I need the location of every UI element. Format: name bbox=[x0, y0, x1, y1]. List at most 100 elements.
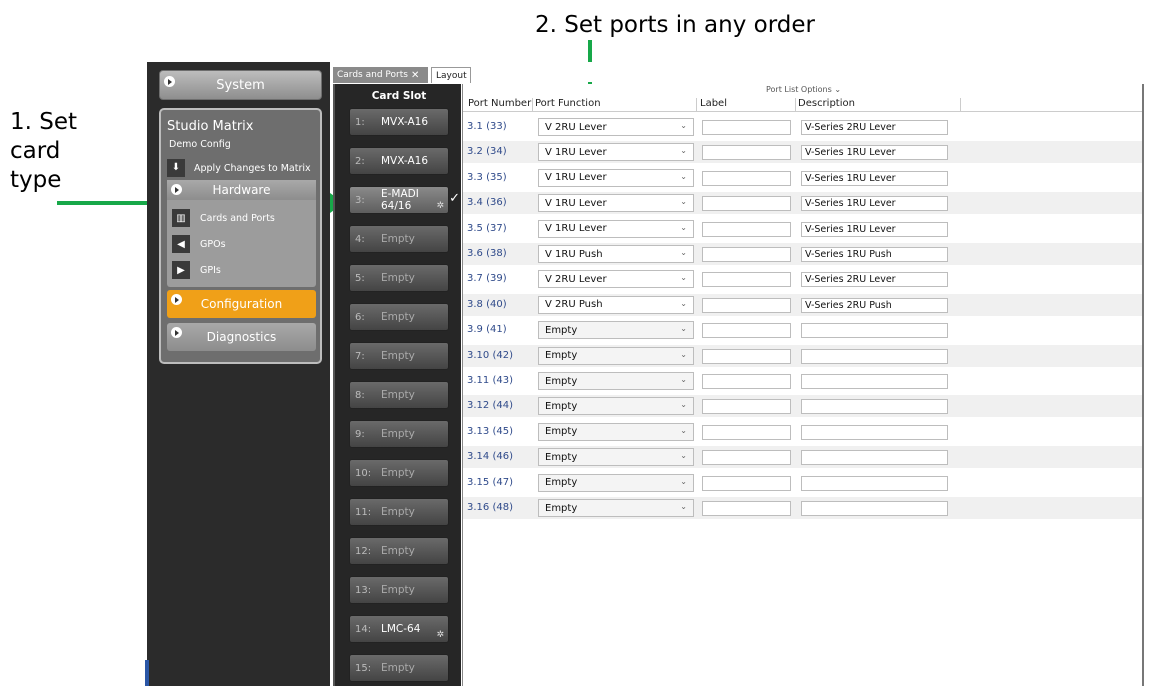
port-function-select[interactable]: Empty ⌄ bbox=[538, 448, 694, 467]
port-function-select[interactable]: V 1RU Lever ⌄ bbox=[538, 219, 694, 238]
tab-layout[interactable]: Layout bbox=[431, 67, 471, 83]
card-slot-12[interactable]: 12: Empty bbox=[349, 537, 449, 565]
description-field[interactable]: V-Series 2RU Push bbox=[801, 297, 948, 313]
description-field[interactable]: V-Series 1RU Lever bbox=[801, 170, 948, 186]
description-field[interactable] bbox=[801, 424, 948, 440]
port-function-select[interactable]: Empty ⌄ bbox=[538, 372, 694, 390]
label-field[interactable] bbox=[702, 297, 791, 313]
card-slot-14[interactable]: 14: LMC-64 ✲ bbox=[349, 615, 449, 643]
port-function-select[interactable]: V 1RU Lever ⌄ bbox=[538, 194, 694, 213]
description-field[interactable]: V-Series 1RU Lever bbox=[801, 145, 948, 161]
card-slot-6[interactable]: 6: Empty bbox=[349, 303, 449, 331]
port-function-select[interactable]: V 1RU Lever ⌄ bbox=[538, 143, 694, 162]
description-field[interactable] bbox=[801, 475, 948, 491]
settings-icon[interactable]: ✲ bbox=[436, 630, 444, 640]
label-field[interactable] bbox=[702, 424, 791, 440]
description-field[interactable] bbox=[801, 450, 948, 466]
slot-number: 7: bbox=[355, 350, 365, 362]
description-field[interactable] bbox=[801, 348, 948, 364]
port-list-options-button[interactable]: Port List Options ⌄ bbox=[766, 85, 841, 94]
port-function-select[interactable]: Empty ⌄ bbox=[538, 321, 694, 340]
table-row: 3.7 (39) V 2RU Lever ⌄ V-Series 2RU Lever bbox=[463, 268, 1143, 290]
card-slot-9[interactable]: 9: Empty bbox=[349, 420, 449, 448]
slot-number: 3: bbox=[355, 194, 365, 206]
port-function-select[interactable]: Empty ⌄ bbox=[538, 499, 694, 517]
column-header-label[interactable]: Label bbox=[700, 98, 727, 109]
slot-card-type-line: Empty bbox=[381, 545, 415, 557]
label-field[interactable] bbox=[702, 120, 791, 135]
system-label: System bbox=[216, 77, 265, 93]
description-field[interactable]: V-Series 2RU Lever bbox=[801, 272, 948, 288]
description-field[interactable] bbox=[801, 399, 948, 415]
card-slot-13[interactable]: 13: Empty bbox=[349, 576, 449, 604]
card-slot-5[interactable]: 5: Empty bbox=[349, 264, 449, 292]
card-slot-4[interactable]: 4: Empty bbox=[349, 225, 449, 253]
card-slot-2[interactable]: 2: MVX-A16 bbox=[349, 147, 449, 175]
card-slot-8[interactable]: 8: Empty bbox=[349, 381, 449, 409]
label-field[interactable] bbox=[702, 196, 791, 212]
slot-number: 12: bbox=[355, 545, 372, 557]
port-function-select[interactable]: Empty ⌄ bbox=[538, 473, 694, 492]
diagnostics-button[interactable]: Diagnostics bbox=[167, 323, 316, 351]
port-number: 3.3 (35) bbox=[467, 171, 507, 183]
label-field[interactable] bbox=[702, 170, 791, 186]
description-field[interactable]: V-Series 2RU Lever bbox=[801, 120, 948, 135]
nav-item-cards-and-ports[interactable]: ▥ Cards and Ports bbox=[172, 208, 312, 228]
port-function-select[interactable]: Empty ⌄ bbox=[538, 346, 694, 365]
card-slot-1[interactable]: 1: MVX-A16 bbox=[349, 108, 449, 136]
port-function-select[interactable]: Empty ⌄ bbox=[538, 397, 694, 416]
nav-item-gpos[interactable]: ◀ GPOs bbox=[172, 234, 312, 254]
hardware-header[interactable]: Hardware bbox=[167, 180, 316, 200]
label-field[interactable] bbox=[702, 374, 791, 389]
label-field[interactable] bbox=[702, 399, 791, 415]
label-field[interactable] bbox=[702, 221, 791, 237]
port-function-select[interactable]: V 1RU Push ⌄ bbox=[538, 245, 694, 263]
card-slot-15[interactable]: 15: Empty bbox=[349, 654, 449, 682]
label-field[interactable] bbox=[702, 323, 791, 339]
port-function-value: Empty bbox=[545, 350, 578, 362]
label-field[interactable] bbox=[702, 501, 791, 516]
label-field[interactable] bbox=[702, 145, 791, 161]
label-field[interactable] bbox=[702, 247, 791, 262]
chevron-down-icon: ⌄ bbox=[680, 248, 687, 257]
column-header-description[interactable]: Description bbox=[798, 98, 855, 109]
settings-icon[interactable]: ✲ bbox=[436, 201, 444, 211]
label-field[interactable] bbox=[702, 348, 791, 364]
card-slot-10[interactable]: 10: Empty bbox=[349, 459, 449, 487]
nav-item-label: Cards and Ports bbox=[200, 212, 275, 224]
port-function-select[interactable]: Empty ⌄ bbox=[538, 422, 694, 441]
label-field[interactable] bbox=[702, 450, 791, 466]
tab-cards-and-ports[interactable]: Cards and Ports ✕ bbox=[333, 67, 428, 83]
tab-label: Cards and Ports bbox=[337, 70, 408, 80]
chevron-down-icon: ⌄ bbox=[680, 298, 687, 308]
label-field[interactable] bbox=[702, 272, 791, 288]
configuration-button[interactable]: Configuration bbox=[167, 290, 316, 318]
column-header-port-number[interactable]: Port Number bbox=[468, 98, 531, 109]
system-button[interactable]: System bbox=[159, 70, 322, 100]
card-slot-11[interactable]: 11: Empty bbox=[349, 498, 449, 526]
apply-changes-button[interactable]: ⬇ Apply Changes to Matrix bbox=[167, 158, 317, 178]
card-slot-3[interactable]: 3: E-MADI 64/16 ✲ ✓ bbox=[349, 186, 460, 214]
port-function-select[interactable]: V 2RU Push ⌄ bbox=[538, 295, 694, 314]
gpo-icon: ◀ bbox=[172, 235, 190, 253]
description-field[interactable]: V-Series 1RU Lever bbox=[801, 196, 948, 212]
column-divider bbox=[795, 98, 796, 112]
description-field[interactable]: V-Series 1RU Lever bbox=[801, 221, 948, 237]
description-field[interactable] bbox=[801, 323, 948, 339]
slot-card-type-line: Empty bbox=[381, 506, 415, 518]
splitter[interactable] bbox=[1142, 84, 1144, 686]
card-slot-7[interactable]: 7: Empty bbox=[349, 342, 449, 370]
nav-item-gpis[interactable]: ▶ GPIs bbox=[172, 260, 312, 280]
slot-number: 1: bbox=[355, 116, 365, 128]
close-icon[interactable]: ✕ bbox=[411, 70, 419, 81]
column-header-port-function[interactable]: Port Function bbox=[535, 98, 601, 109]
port-function-select[interactable]: V 1RU Lever ⌄ bbox=[538, 168, 694, 187]
description-field[interactable]: V-Series 1RU Push bbox=[801, 247, 948, 262]
description-field[interactable] bbox=[801, 501, 948, 516]
label-field[interactable] bbox=[702, 475, 791, 491]
port-function-select[interactable]: V 2RU Lever ⌄ bbox=[538, 118, 694, 136]
description-field[interactable] bbox=[801, 374, 948, 389]
slot-card-type-line: MVX-A16 bbox=[381, 116, 429, 128]
port-function-select[interactable]: V 2RU Lever ⌄ bbox=[538, 270, 694, 289]
slot-card-type-line: Empty bbox=[381, 428, 415, 440]
